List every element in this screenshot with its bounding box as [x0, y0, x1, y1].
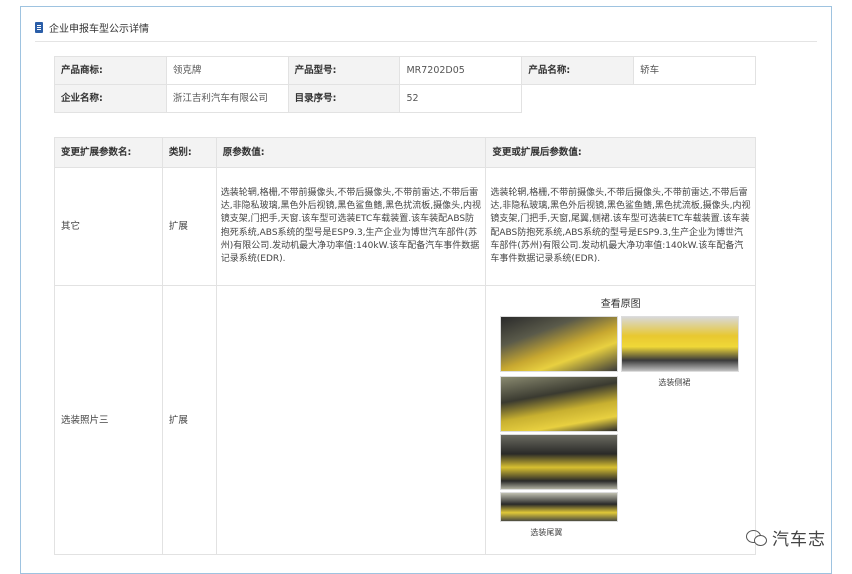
- catalog-number-label: 目录序号:: [287, 84, 401, 113]
- original-value-cell: 选装轮辋,格栅,不带前摄像头,不带后摄像头,不带前雷达,不带后雷达,非隐私玻璃,…: [215, 167, 487, 286]
- rear-wing-photo[interactable]: [500, 434, 619, 490]
- photo-caption: 选装侧裙: [658, 378, 691, 387]
- photo-caption: 选装尾翼: [530, 528, 563, 537]
- column-header-param-name: 变更扩展参数名:: [54, 137, 163, 168]
- document-icon: [35, 21, 43, 33]
- catalog-number-value: 52: [399, 84, 523, 113]
- panel-header: 企业申报车型公示详情: [35, 19, 149, 35]
- product-name-label: 产品名称:: [521, 56, 635, 85]
- param-name-cell: 选装照片三: [54, 285, 163, 555]
- original-value-cell: [215, 285, 487, 555]
- model-value: MR7202D05: [399, 56, 523, 85]
- empty-cell: [521, 84, 756, 113]
- category-cell: 扩展: [161, 167, 217, 286]
- photo-cell: 查看原图 选装侧裙 选装尾翼: [485, 285, 756, 555]
- model-label: 产品型号:: [287, 56, 401, 85]
- trademark-value: 领克牌: [165, 56, 289, 85]
- watermark: 汽车志: [746, 525, 826, 550]
- rear-wing-photo[interactable]: [500, 376, 619, 432]
- table-row: 选装照片三 扩展 查看原图 选装侧裙 选装尾翼: [54, 285, 756, 555]
- trademark-label: 产品商标:: [54, 56, 167, 85]
- column-header-changed: 变更或扩展后参数值:: [485, 137, 756, 168]
- company-value: 浙江吉利汽车有限公司: [165, 84, 289, 113]
- param-name-cell: 其它: [54, 167, 163, 286]
- column-header-original: 原参数值:: [215, 137, 487, 168]
- watermark-text: 汽车志: [772, 530, 826, 550]
- rear-wing-photo[interactable]: [500, 492, 619, 522]
- rear-wing-photo[interactable]: [500, 316, 619, 372]
- table-row: 企业名称: 浙江吉利汽车有限公司 目录序号: 52: [54, 84, 756, 113]
- page-title: 企业申报车型公示详情: [49, 23, 149, 35]
- table-row: 其它 扩展 选装轮辋,格栅,不带前摄像头,不带后摄像头,不带前雷达,不带后雷达,…: [54, 167, 756, 286]
- side-skirt-photo[interactable]: [621, 316, 740, 372]
- product-info-table: 产品商标: 领克牌 产品型号: MR7202D05 产品名称: 轿车 企业名称:…: [54, 56, 756, 113]
- table-row: 产品商标: 领克牌 产品型号: MR7202D05 产品名称: 轿车: [54, 56, 756, 85]
- company-label: 企业名称:: [54, 84, 167, 113]
- changed-value-cell: 选装轮辋,格栅,不带前摄像头,不带后摄像头,不带前雷达,不带后雷达,非隐私玻璃,…: [485, 167, 756, 286]
- category-cell: 扩展: [161, 285, 217, 555]
- table-header-row: 变更扩展参数名: 类别: 原参数值: 变更或扩展后参数值:: [54, 137, 756, 168]
- product-name-value: 轿车: [633, 56, 756, 85]
- photo-gallery: 查看原图 选装侧裙 选装尾翼: [486, 286, 755, 554]
- parameter-changes-table: 变更扩展参数名: 类别: 原参数值: 变更或扩展后参数值: 其它 扩展 选装轮辋…: [54, 137, 756, 555]
- view-original-link[interactable]: 查看原图: [486, 298, 755, 311]
- header-divider: [35, 41, 817, 42]
- column-header-category: 类别:: [161, 137, 217, 168]
- wechat-icon: [746, 529, 768, 547]
